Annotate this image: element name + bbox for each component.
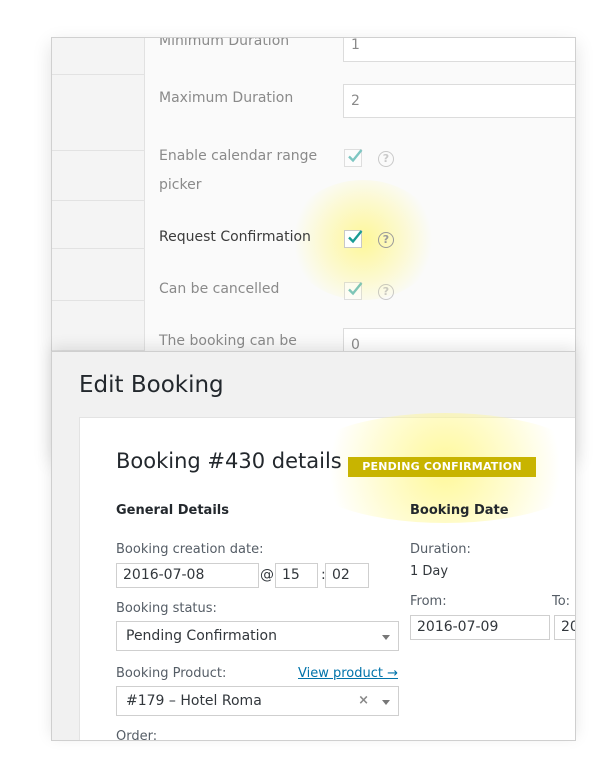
order-label: Order: [116, 729, 158, 741]
creation-date-label: Booking creation date: [116, 542, 264, 557]
creation-hour-input[interactable]: 15 [275, 563, 318, 588]
booking-details-box: Booking #430 details PENDING CONFIRMATIO… [79, 413, 575, 741]
at-separator: @ [260, 567, 274, 583]
booking-product-select[interactable]: #179 – Hotel Roma × [116, 686, 399, 716]
creation-minute-input[interactable]: 02 [325, 563, 369, 588]
minimum-duration-input[interactable]: 1 [343, 38, 575, 62]
help-icon[interactable]: ? [378, 284, 394, 300]
to-date-input[interactable]: 20 [554, 615, 575, 640]
general-details-heading: General Details [116, 503, 229, 518]
booking-product-label: Booking Product: [116, 666, 227, 681]
booking-date-heading: Booking Date [410, 503, 509, 518]
booking-status-value: Pending Confirmation [126, 628, 277, 644]
booking-product-value: #179 – Hotel Roma [126, 693, 262, 709]
duration-label: Duration: [410, 542, 471, 557]
booking-status-label: Booking status: [116, 601, 217, 616]
edit-booking-panel: Edit Booking Booking #430 details PENDIN… [51, 351, 576, 741]
duration-value: 1 Day [410, 564, 449, 579]
from-label: From: [410, 594, 447, 609]
calendar-range-label-line2: picker [159, 177, 202, 193]
from-date-input[interactable]: 2016-07-09 [410, 615, 550, 640]
booking-status-select[interactable]: Pending Confirmation [116, 621, 399, 651]
help-icon[interactable]: ? [378, 151, 394, 167]
request-confirmation-checkbox[interactable] [344, 230, 363, 248]
request-confirmation-label: Request Confirmation [159, 229, 311, 245]
can-be-cancelled-label: Can be cancelled [159, 281, 280, 297]
help-icon[interactable]: ? [378, 232, 394, 248]
status-badge: PENDING CONFIRMATION [348, 457, 536, 477]
booking-heading: Booking #430 details [116, 449, 342, 473]
calendar-range-checkbox[interactable] [344, 149, 363, 167]
minimum-duration-label: Minimum Duration [159, 37, 290, 49]
chevron-down-icon [382, 700, 390, 705]
can-be-cancelled-checkbox[interactable] [344, 282, 363, 300]
checkmark-icon [348, 230, 363, 244]
view-product-link[interactable]: View product → [298, 666, 398, 681]
chevron-down-icon [382, 635, 390, 640]
maximum-duration-label: Maximum Duration [159, 90, 294, 106]
checkmark-icon [348, 282, 363, 296]
creation-date-input[interactable]: 2016-07-08 [116, 563, 259, 588]
page-title: Edit Booking [79, 372, 224, 398]
clear-icon[interactable]: × [358, 693, 369, 709]
checkmark-icon [348, 149, 363, 163]
to-label: To: [552, 594, 571, 609]
calendar-range-label: Enable calendar range [159, 148, 318, 164]
maximum-duration-input[interactable]: 2 [343, 84, 575, 118]
